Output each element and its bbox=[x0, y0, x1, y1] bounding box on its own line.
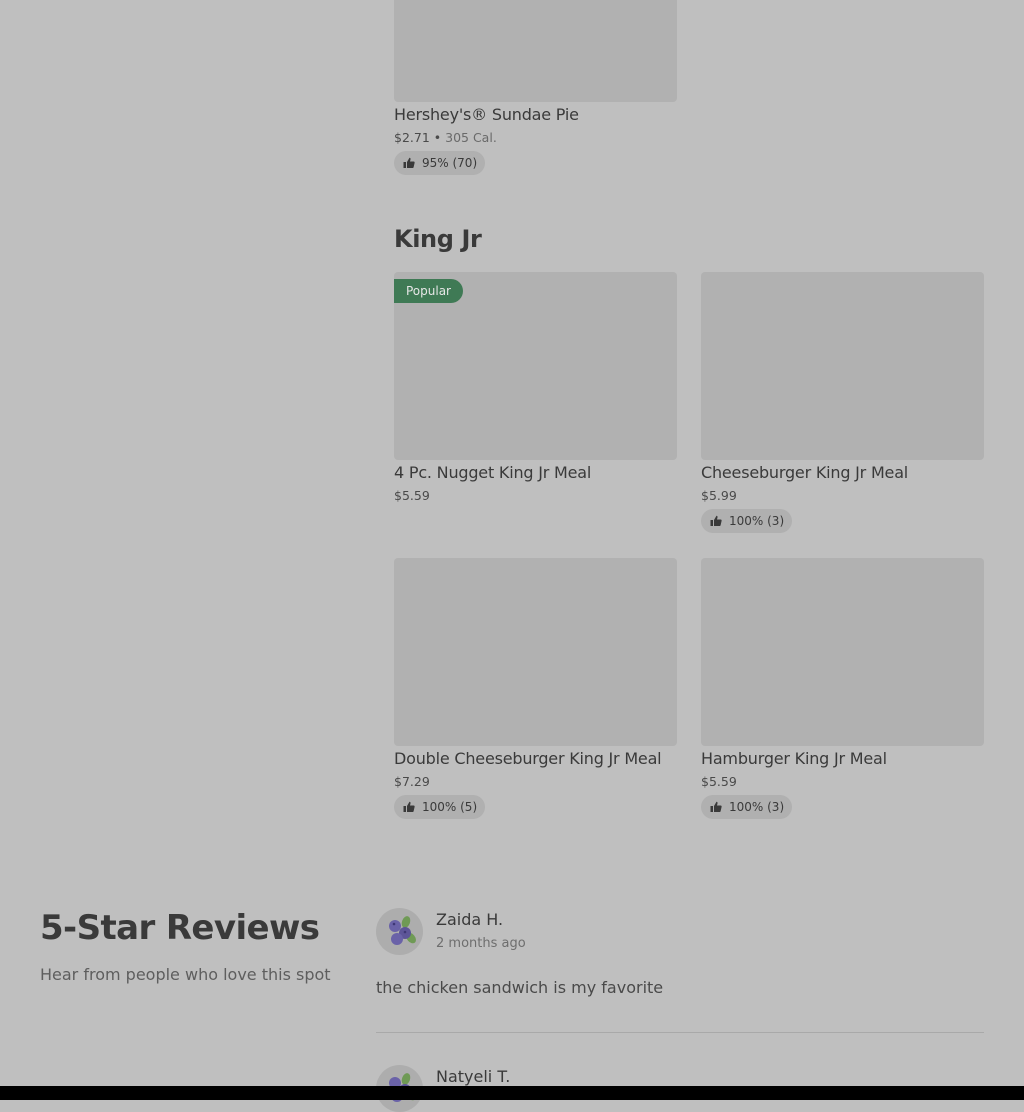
menu-item-price: $5.99 bbox=[701, 488, 737, 503]
review-divider bbox=[376, 1032, 984, 1033]
reviewer-name: Zaida H. bbox=[436, 910, 504, 929]
menu-item-image[interactable] bbox=[394, 0, 677, 102]
reviews-subtitle: Hear from people who love this spot bbox=[40, 965, 331, 984]
menu-item-name[interactable]: Cheeseburger King Jr Meal bbox=[701, 463, 908, 482]
menu-item-price: $7.29 bbox=[394, 774, 430, 789]
thumbs-up-icon bbox=[710, 801, 722, 812]
rating-text: 95% (70) bbox=[422, 156, 478, 170]
avatar bbox=[376, 908, 423, 955]
menu-item-name[interactable]: Double Cheeseburger King Jr Meal bbox=[394, 749, 662, 768]
menu-item-price: $5.59 bbox=[394, 488, 430, 503]
popular-badge: Popular bbox=[394, 279, 463, 303]
menu-item-image[interactable] bbox=[394, 558, 677, 746]
menu-item-name[interactable]: Hamburger King Jr Meal bbox=[701, 749, 887, 768]
calories-text: 305 Cal. bbox=[445, 130, 497, 145]
thumbs-up-icon bbox=[403, 801, 415, 812]
thumbs-up-icon bbox=[403, 157, 415, 168]
reviews-title: 5-Star Reviews bbox=[40, 908, 320, 948]
menu-item-image[interactable] bbox=[701, 272, 984, 460]
thumbs-up-icon bbox=[710, 515, 722, 526]
rating-badge: 100% (3) bbox=[701, 509, 793, 533]
rating-badge: 100% (5) bbox=[394, 795, 486, 819]
menu-item-name[interactable]: 4 Pc. Nugget King Jr Meal bbox=[394, 463, 591, 482]
rating-badge: 95% (70) bbox=[394, 151, 486, 175]
separator-dot: • bbox=[429, 130, 446, 145]
menu-item-price: $5.59 bbox=[701, 774, 737, 789]
rating-text: 100% (3) bbox=[729, 514, 785, 528]
reviewer-name: Natyeli T. bbox=[436, 1067, 511, 1086]
rating-text: 100% (5) bbox=[422, 800, 478, 814]
review-text: the chicken sandwich is my favorite bbox=[376, 978, 664, 997]
menu-item-image[interactable] bbox=[701, 558, 984, 746]
rating-badge: 100% (3) bbox=[701, 795, 793, 819]
bottom-bar bbox=[0, 1086, 1024, 1100]
section-title: King Jr bbox=[394, 225, 482, 253]
menu-item-name[interactable]: Hershey's® Sundae Pie bbox=[394, 105, 579, 124]
review-date: 2 months ago bbox=[436, 936, 526, 951]
price-text: $2.71 bbox=[394, 130, 430, 145]
rating-text: 100% (3) bbox=[729, 800, 785, 814]
blueberry-avatar-icon bbox=[389, 916, 416, 945]
menu-item-price: $2.71 • 305 Cal. bbox=[394, 130, 497, 145]
